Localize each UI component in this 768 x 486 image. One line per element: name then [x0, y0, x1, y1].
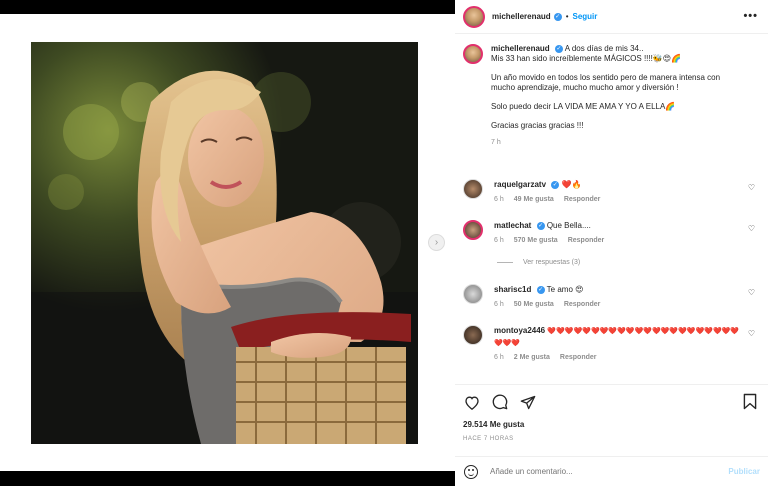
emoji-icon[interactable] — [464, 464, 478, 479]
heart-icon[interactable]: ♡ — [748, 288, 755, 297]
bookmark-icon[interactable] — [743, 393, 759, 411]
heart-icon[interactable]: ♡ — [748, 329, 755, 338]
reply-button[interactable]: Responder — [560, 354, 597, 361]
avatar[interactable] — [463, 284, 483, 304]
comment-username[interactable]: matlechat — [494, 221, 531, 230]
follow-button[interactable]: Seguir — [573, 12, 598, 21]
bottom-dark-overlay — [0, 471, 455, 486]
comment-time[interactable]: 6 h — [494, 196, 504, 203]
dot-separator: • — [565, 12, 569, 21]
caption-username[interactable]: michellerenaud — [491, 44, 550, 53]
more-options-icon[interactable]: ••• — [743, 10, 758, 22]
post-header: michellerenaud ✓ • Seguir ••• — [455, 0, 768, 34]
view-replies-button[interactable]: Ver respuestas (3) — [497, 259, 580, 266]
verified-badge-icon: ✓ — [536, 285, 545, 294]
reply-button[interactable]: Responder — [564, 301, 601, 308]
instagram-post-viewer: › michellerenaud ✓ • Seguir ••• michelle… — [0, 0, 768, 486]
comment-time[interactable]: 6 h — [494, 237, 504, 244]
comment-item: sharisc1d ✓ Te amo 😍 6 h 50 Me gusta Res… — [463, 284, 763, 308]
comment-username[interactable]: sharisc1d — [494, 285, 531, 294]
comment-icon[interactable] — [491, 393, 509, 411]
comment-input[interactable] — [490, 467, 729, 476]
reply-button[interactable]: Responder — [564, 196, 601, 203]
avatar[interactable] — [463, 44, 483, 64]
comment-likes[interactable]: 570 Me gusta — [514, 237, 558, 244]
comment-likes[interactable]: 49 Me gusta — [514, 196, 554, 203]
like-count[interactable]: 29.514 Me gusta — [463, 420, 524, 429]
avatar[interactable] — [463, 179, 483, 199]
comment-likes[interactable]: 50 Me gusta — [514, 301, 554, 308]
heart-icon[interactable]: ♡ — [748, 224, 755, 233]
replies-divider — [497, 262, 513, 263]
top-dark-overlay — [0, 0, 455, 14]
caption-paragraph-2: Un año movido en todos los sentido pero … — [491, 73, 721, 92]
caption-timestamp[interactable]: 7 h — [491, 138, 746, 148]
verified-badge-icon: ✓ — [553, 12, 562, 21]
post-author-username[interactable]: michellerenaud — [492, 12, 551, 21]
verified-badge-icon: ✓ — [536, 221, 545, 230]
verified-badge-icon: ✓ — [551, 180, 560, 189]
comment-item: raquelgarzatv ✓ ❤️🔥 6 h 49 Me gusta Resp… — [463, 179, 763, 203]
comment-item: matlechat ✓ Que Bella.... 6 h 570 Me gus… — [463, 220, 763, 244]
comment-username[interactable]: montoya2446 — [494, 326, 545, 335]
avatar[interactable] — [463, 220, 483, 240]
comments-section[interactable]: michellerenaud ✓ A dos días de mis 34.. … — [455, 34, 768, 382]
avatar[interactable] — [463, 5, 485, 28]
caption-paragraph-3: Solo puedo decir LA VIDA ME AMA Y YO A E… — [491, 102, 676, 111]
avatar[interactable] — [463, 325, 483, 345]
verified-badge-icon: ✓ — [554, 44, 563, 53]
comment-time[interactable]: 6 h — [494, 354, 504, 361]
caption-text: michellerenaud ✓ A dos días de mis 34.. … — [491, 44, 746, 148]
post-caption: michellerenaud ✓ A dos días de mis 34.. … — [463, 44, 753, 148]
share-icon[interactable] — [519, 393, 537, 411]
caption-line-2: Mis 33 han sido increíblemente MÁGICOS !… — [491, 54, 682, 63]
post-details-panel: michellerenaud ✓ • Seguir ••• michellere… — [455, 0, 768, 486]
heart-icon[interactable] — [463, 393, 481, 411]
publish-button[interactable]: Publicar — [728, 467, 760, 476]
add-comment-bar: Publicar — [455, 456, 768, 486]
comment-text: ❤️🔥 — [561, 180, 582, 189]
caption-paragraph-4: Gracias gracias gracias !!! — [491, 121, 584, 130]
caption-line-1: A dos días de mis 34.. — [564, 44, 644, 53]
post-photo[interactable] — [31, 42, 418, 444]
next-image-button[interactable]: › — [428, 234, 445, 251]
reply-button[interactable]: Responder — [568, 237, 605, 244]
comment-text: Te amo 😍 — [546, 285, 584, 294]
comment-time[interactable]: 6 h — [494, 301, 504, 308]
comment-likes[interactable]: 2 Me gusta — [514, 354, 550, 361]
view-replies-label: Ver respuestas (3) — [523, 259, 581, 266]
comment-username[interactable]: raquelgarzatv — [494, 180, 546, 189]
chevron-right-icon: › — [434, 237, 439, 248]
comment-item: montoya2446 ❤️❤️❤️❤️❤️❤️❤️❤️❤️❤️❤️❤️❤️❤️… — [463, 325, 763, 361]
post-age[interactable]: HACE 7 HORAS — [463, 436, 514, 442]
heart-icon[interactable]: ♡ — [748, 183, 755, 192]
comment-text: Que Bella.... — [546, 221, 591, 230]
